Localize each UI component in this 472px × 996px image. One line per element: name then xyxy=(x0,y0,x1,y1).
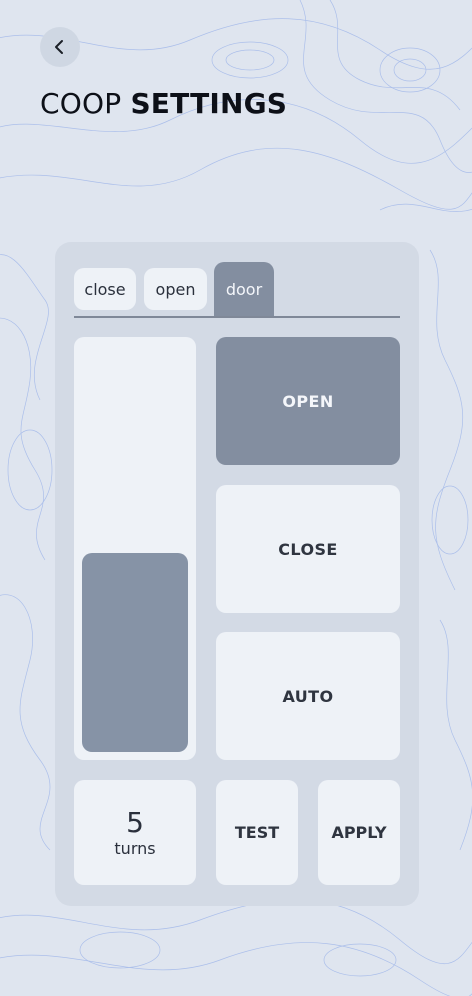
tab-door[interactable]: door xyxy=(214,262,274,316)
chevron-left-icon xyxy=(55,40,63,54)
close-button[interactable]: CLOSE xyxy=(216,485,400,613)
apply-button[interactable]: APPLY xyxy=(318,780,400,885)
open-button[interactable]: OPEN xyxy=(216,337,400,465)
tab-open[interactable]: open xyxy=(144,268,207,310)
door-position-slider[interactable] xyxy=(74,337,196,760)
back-button[interactable] xyxy=(40,27,80,67)
page-title-light: COOP xyxy=(40,87,122,120)
turns-label: turns xyxy=(114,838,156,858)
tab-bar: close open door xyxy=(74,262,400,318)
door-settings-panel: close open door OPEN CLOSE AUTO 5 turns … xyxy=(55,242,419,906)
auto-button[interactable]: AUTO xyxy=(216,632,400,760)
turns-value: 5 xyxy=(126,805,144,839)
page-title: COOP SETTINGS xyxy=(40,84,287,124)
tab-close[interactable]: close xyxy=(74,268,136,310)
page-title-bold: SETTINGS xyxy=(130,87,288,120)
turns-display: 5 turns xyxy=(74,780,196,885)
door-position-fill xyxy=(82,553,188,752)
test-button[interactable]: TEST xyxy=(216,780,298,885)
